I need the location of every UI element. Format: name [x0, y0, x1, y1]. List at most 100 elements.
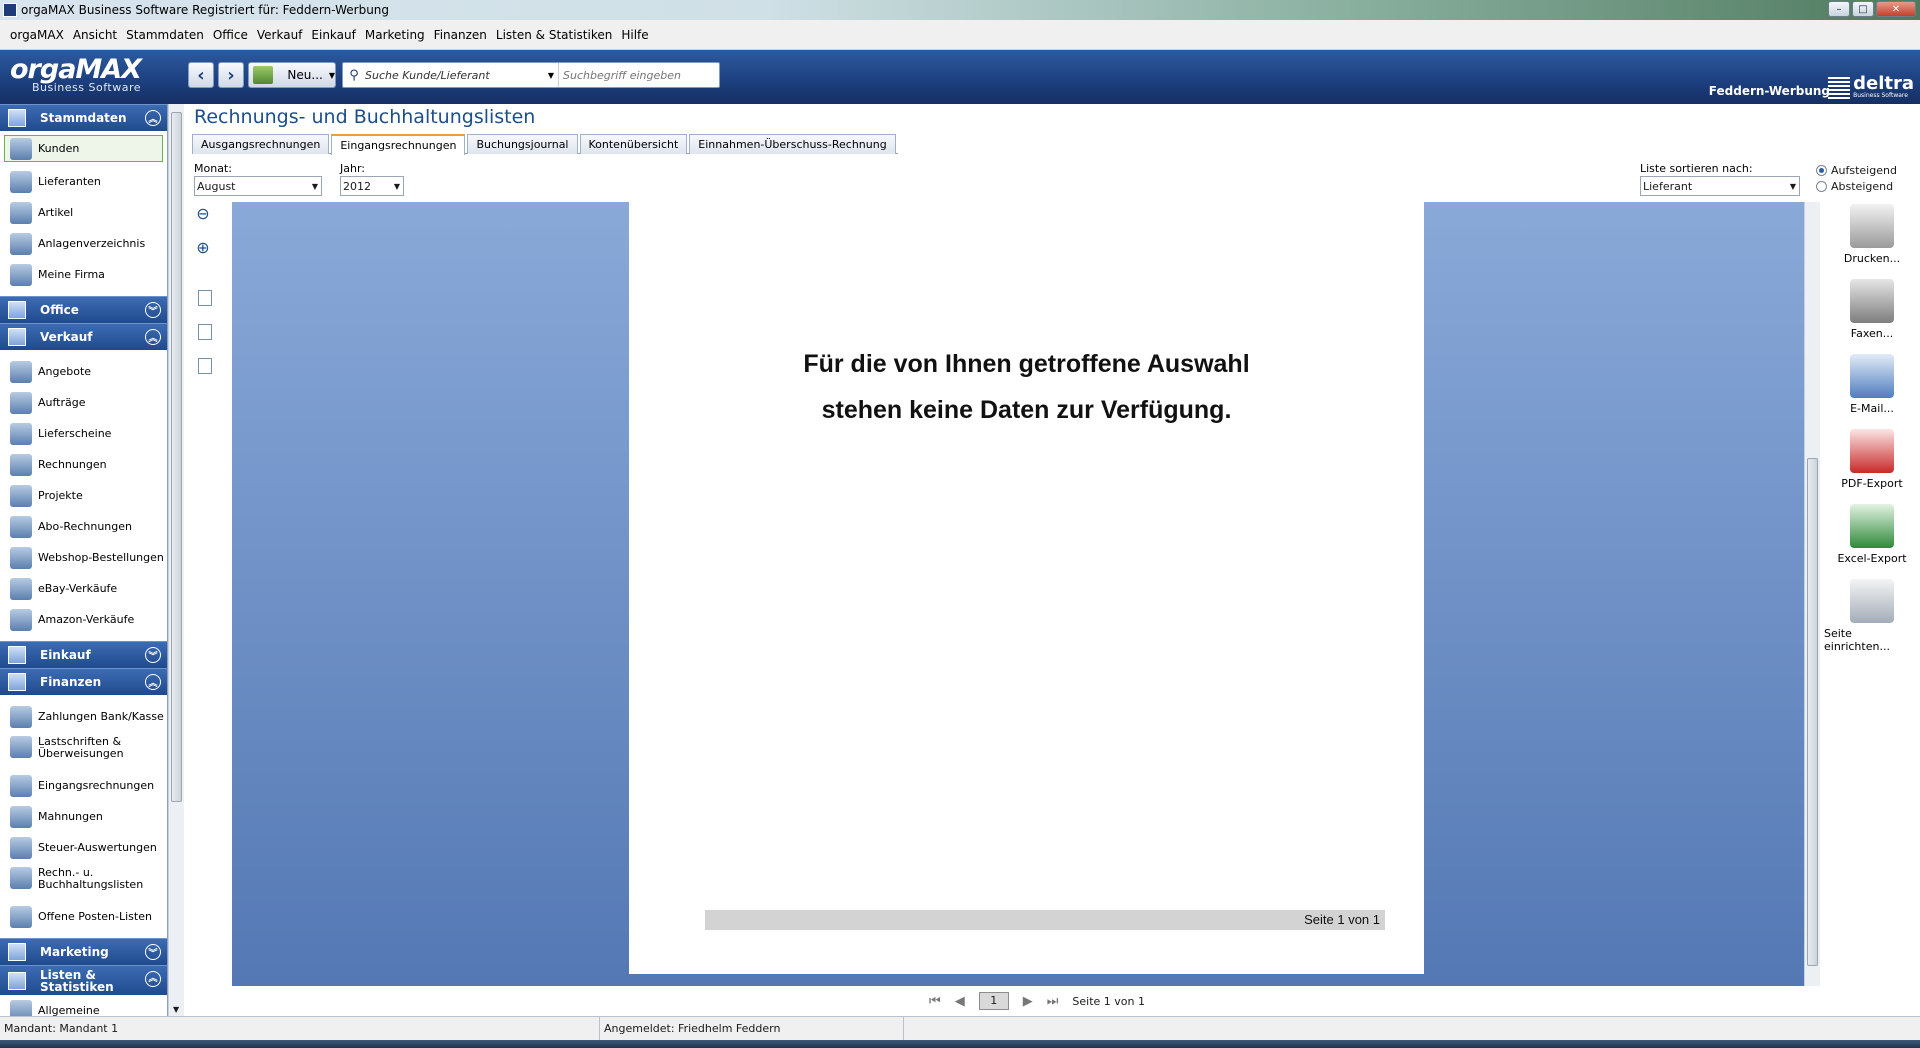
sidebar-item-mahnungen[interactable]: Mahnungen [0, 801, 167, 832]
excel-export-button[interactable]: Excel-Export [1824, 504, 1920, 579]
chevron-down-icon: ▼ [1789, 181, 1796, 191]
search-category-select[interactable]: Suche Kunde/Lieferant ▼ [365, 63, 559, 87]
month-select[interactable]: August ▼ [194, 176, 322, 196]
last-page-icon[interactable]: ⏭ [1047, 994, 1059, 1009]
expand-icon[interactable]: ︾ [145, 302, 161, 318]
tab-ausgangsrechnungen[interactable]: Ausgangsrechnungen [192, 134, 330, 154]
sidebar-item-lieferscheine[interactable]: Lieferscheine [0, 418, 167, 449]
tab-eingangsrechnungen[interactable]: Eingangsrechnungen [331, 134, 466, 155]
sort-descending-radio[interactable]: Absteigend [1816, 180, 1893, 193]
sidebar-item-auftraege[interactable]: Aufträge [0, 387, 167, 418]
statistics-icon [8, 971, 26, 990]
single-page-icon[interactable] [198, 290, 212, 306]
fax-button[interactable]: Faxen... [1824, 279, 1920, 354]
sidebar-item-label: Offene Posten-Listen [38, 910, 152, 923]
section-title: Einkauf [40, 648, 91, 662]
menu-ansicht[interactable]: Ansicht [73, 28, 117, 42]
expand-icon[interactable]: ︾ [145, 944, 161, 960]
year-select[interactable]: 2012 ▼ [340, 176, 404, 196]
sidebar-section-marketing[interactable]: Marketing ︾ [0, 938, 167, 965]
tab-einnahmen-ueberschuss[interactable]: Einnahmen-Überschuss-Rechnung [689, 134, 896, 154]
collapse-icon[interactable]: ︽ [145, 329, 161, 345]
collapse-icon[interactable]: ︽ [145, 674, 161, 690]
new-button[interactable]: Neu... ▼ [248, 62, 336, 88]
assets-icon [10, 232, 32, 255]
back-button[interactable]: ‹ [188, 62, 214, 88]
sidebar-section-stammdaten[interactable]: Stammdaten ︽ [0, 104, 167, 131]
sidebar-item-allgemeine[interactable]: Allgemeine [0, 995, 167, 1016]
chevron-down-icon: ▼ [311, 181, 318, 191]
menu-finanzen[interactable]: Finanzen [434, 28, 487, 42]
sort-ascending-radio[interactable]: Aufsteigend [1816, 164, 1897, 177]
menu-listen-statistiken[interactable]: Listen & Statistiken [496, 28, 612, 42]
scrollbar-thumb[interactable] [171, 112, 182, 802]
email-button[interactable]: E-Mail... [1824, 354, 1920, 429]
minimize-button[interactable]: – [1828, 1, 1850, 17]
sidebar-item-steuer-auswertungen[interactable]: Steuer-Auswertungen [0, 832, 167, 863]
sort-select[interactable]: Lieferant ▼ [1640, 176, 1800, 196]
sidebar-section-office[interactable]: Office ︾ [0, 296, 167, 323]
search-input[interactable] [559, 68, 709, 82]
sidebar-section-finanzen[interactable]: Finanzen ︽ [0, 668, 167, 695]
collapse-icon[interactable]: ︽ [145, 971, 161, 987]
sidebar-item-buchhaltungslisten[interactable]: Rechn.- u. Buchhaltungslisten [0, 863, 167, 901]
preview-scrollbar[interactable] [1804, 202, 1820, 986]
first-page-icon[interactable]: ⏮ [929, 994, 941, 1009]
excel-icon [1850, 504, 1894, 548]
menu-office[interactable]: Office [213, 28, 248, 42]
sidebar-item-label: Projekte [38, 489, 83, 502]
menu-orgamax[interactable]: orgaMAX [10, 28, 64, 42]
sidebar-item-eingangsrechnungen[interactable]: Eingangsrechnungen [0, 770, 167, 801]
search-icon: ⚲ [349, 67, 359, 83]
previous-page-icon[interactable]: ◀ [955, 994, 965, 1009]
zoom-in-icon[interactable]: ⊕ [192, 236, 214, 258]
close-button[interactable]: ✕ [1876, 1, 1916, 17]
menu-einkauf[interactable]: Einkauf [311, 28, 355, 42]
page-setup-button[interactable]: Seite einrichten... [1824, 579, 1920, 654]
page-number-field[interactable]: 1 [978, 992, 1009, 1010]
menu-verkauf[interactable]: Verkauf [257, 28, 303, 42]
collapse-icon[interactable]: ︽ [145, 110, 161, 126]
menu-marketing[interactable]: Marketing [365, 28, 425, 42]
scrollbar-thumb[interactable] [1807, 458, 1818, 966]
sidebar-item-ebay-verkaeufe[interactable]: eBay-Verkäufe [0, 573, 167, 604]
sidebar-item-abo-rechnungen[interactable]: Abo-Rechnungen [0, 511, 167, 542]
tab-kontenuebersicht[interactable]: Kontenübersicht [579, 134, 688, 154]
export-actions: Drucken... Faxen... E-Mail... PDF-Export… [1824, 204, 1920, 654]
sidebar-section-verkauf[interactable]: Verkauf ︽ [0, 323, 167, 350]
sidebar-scrollbar[interactable]: ▼ [168, 104, 184, 1016]
sidebar-item-zahlungen[interactable]: Zahlungen Bank/Kasse [0, 701, 167, 732]
sidebar-item-meine-firma[interactable]: Meine Firma [0, 259, 167, 290]
zoom-out-icon[interactable]: ⊖ [192, 202, 214, 224]
pdf-export-button[interactable]: PDF-Export [1824, 429, 1920, 504]
sidebar-item-offene-posten[interactable]: Offene Posten-Listen [0, 901, 167, 932]
sidebar-item-lieferanten[interactable]: Lieferanten [0, 166, 167, 197]
sidebar-item-projekte[interactable]: Projekte [0, 480, 167, 511]
forward-button[interactable]: › [218, 62, 244, 88]
sidebar-section-listen[interactable]: Listen & Statistiken ︽ [0, 965, 167, 995]
sidebar-item-artikel[interactable]: Artikel [0, 197, 167, 228]
tab-buchungsjournal[interactable]: Buchungsjournal [467, 134, 578, 154]
main-toolbar: orgaMAX Business Software ‹ › Neu... ▼ ⚲… [0, 50, 1920, 104]
company-icon [10, 263, 32, 286]
multi-page-icon[interactable] [198, 358, 212, 374]
scroll-down-icon[interactable]: ▼ [173, 1005, 179, 1014]
print-button[interactable]: Drucken... [1824, 204, 1920, 279]
expand-icon[interactable]: ︾ [145, 647, 161, 663]
menu-stammdaten[interactable]: Stammdaten [126, 28, 204, 42]
next-page-icon[interactable]: ▶ [1023, 994, 1033, 1009]
sidebar-item-kunden[interactable]: Kunden [4, 135, 163, 162]
page-footer: Seite 1 von 1 [705, 910, 1385, 930]
action-label: Drucken... [1843, 252, 1901, 265]
sidebar-item-rechnungen[interactable]: Rechnungen [0, 449, 167, 480]
sidebar-item-angebote[interactable]: Angebote [0, 356, 167, 387]
sidebar-item-webshop-bestellungen[interactable]: Webshop-Bestellungen [0, 542, 167, 573]
sidebar-item-anlagenverzeichnis[interactable]: Anlagenverzeichnis [0, 228, 167, 259]
sidebar-section-einkauf[interactable]: Einkauf ︾ [0, 641, 167, 668]
maximize-button[interactable]: □ [1852, 1, 1874, 17]
two-page-icon[interactable] [198, 324, 212, 340]
sales-icon [8, 328, 26, 346]
sidebar-item-lastschriften[interactable]: Lastschriften & Überweisungen [0, 732, 167, 770]
sidebar-item-amazon-verkaeufe[interactable]: Amazon-Verkäufe [0, 604, 167, 635]
menu-hilfe[interactable]: Hilfe [621, 28, 648, 42]
